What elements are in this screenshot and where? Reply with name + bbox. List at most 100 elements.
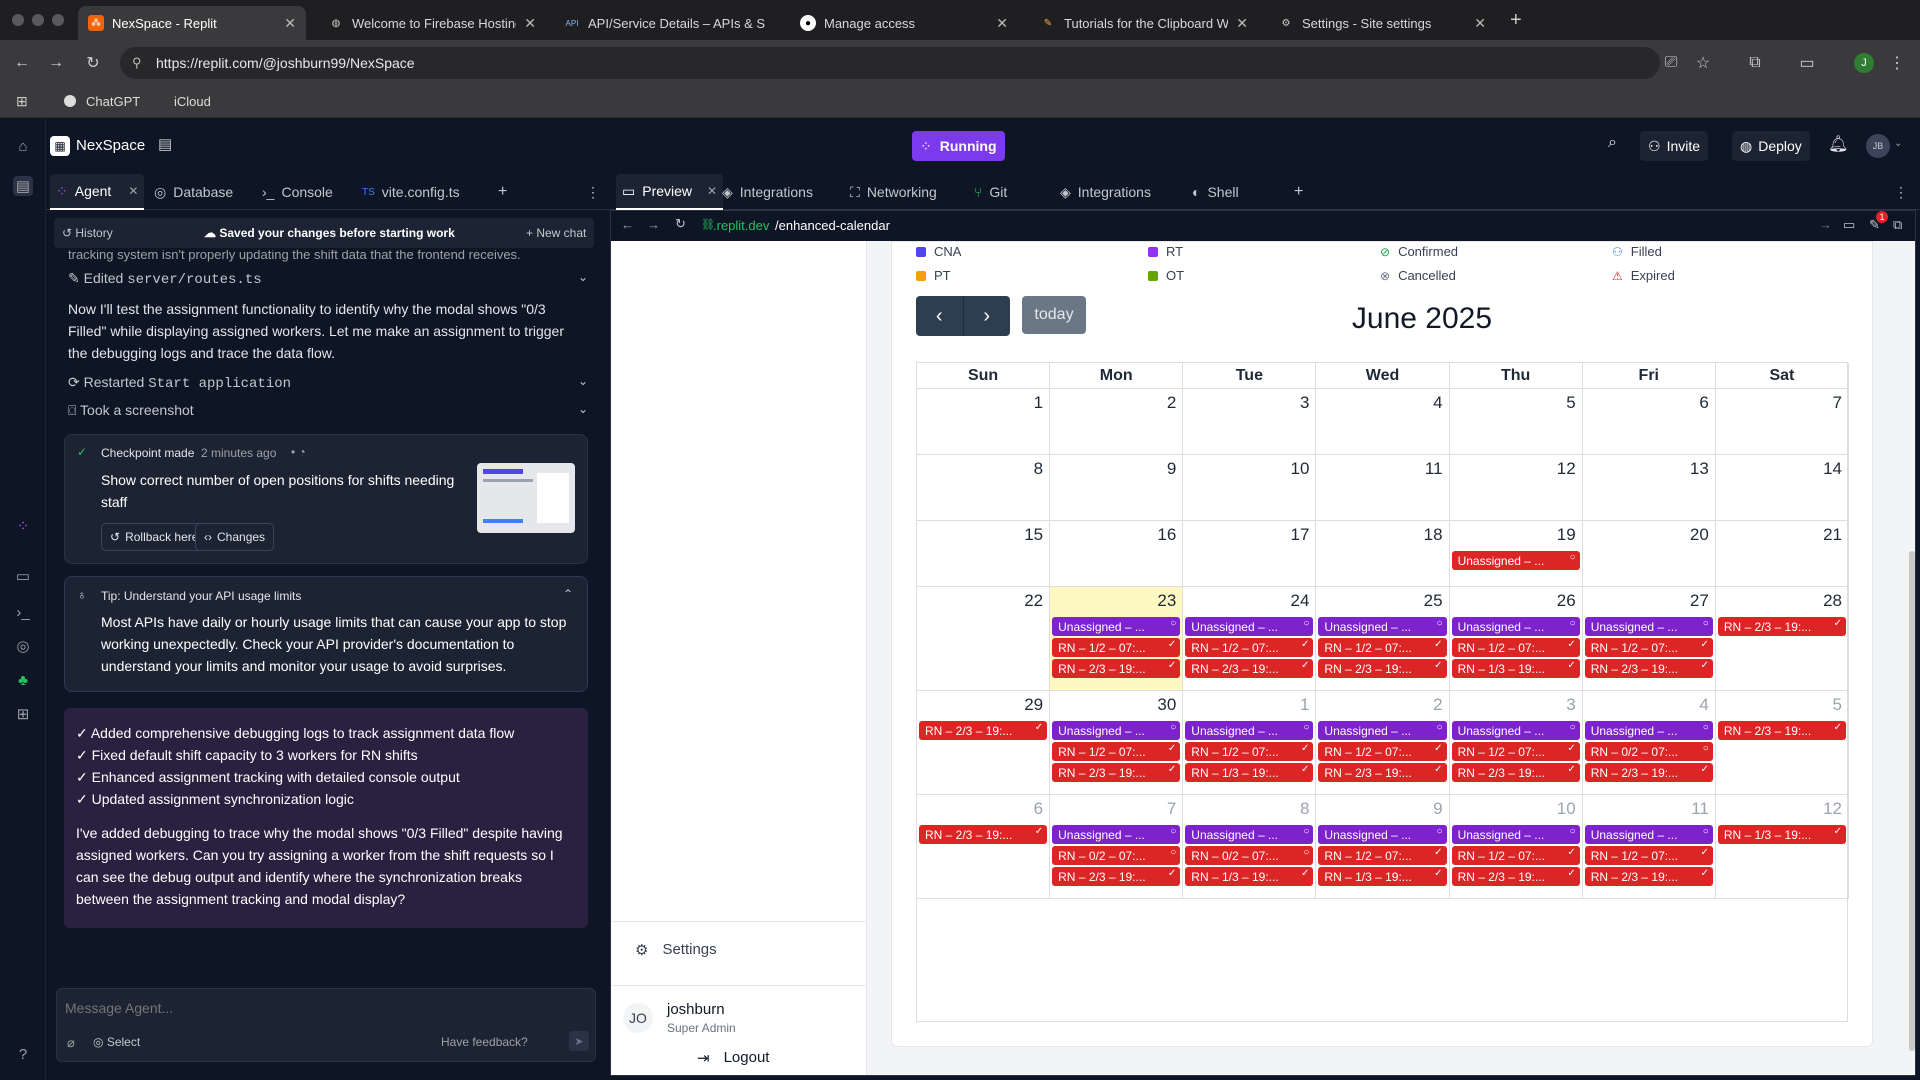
bookmark-icloud[interactable]: iCloud: [174, 94, 211, 109]
shift-event[interactable]: RN – 2/3 – 19:... ✓: [1584, 659, 1713, 678]
shift-event[interactable]: RN – 2/3 – 19:... ✓: [1451, 867, 1580, 886]
shift-event[interactable]: Unassigned – ... ○: [1052, 617, 1181, 636]
shift-event[interactable]: RN – 1/3 – 19:... ✓: [1185, 867, 1314, 886]
tab-close-icon[interactable]: ✕: [1474, 15, 1486, 32]
calendar-day[interactable]: 29 RN – 2/3 – 19:... ✓: [917, 691, 1051, 795]
shift-event[interactable]: Unassigned – ... ○: [1584, 721, 1713, 740]
day-number[interactable]: 23: [1157, 591, 1176, 611]
tab-shell[interactable]: ◐ Shell: [1186, 174, 1245, 210]
calendar-day[interactable]: 2: [1050, 389, 1184, 455]
console-icon[interactable]: ›_: [13, 602, 33, 622]
chevron-down-icon[interactable]: ⌄: [1894, 138, 1902, 149]
day-number[interactable]: 21: [1823, 525, 1842, 545]
calendar-day[interactable]: 8 Unassigned – ... ○ RN – 0/2 – 07:... ○ RN –…: [1183, 795, 1317, 899]
day-number[interactable]: 8: [1300, 799, 1309, 819]
day-number[interactable]: 2: [1433, 695, 1442, 715]
prev-month-button[interactable]: ‹: [916, 296, 964, 336]
calendar-day[interactable]: 9 Unassigned – ... ○ RN – 1/2 – 07:... ✓ RN –…: [1316, 795, 1450, 899]
calendar-day[interactable]: 4: [1316, 389, 1450, 455]
shift-event[interactable]: RN – 2/3 – 19:... ✓: [1052, 659, 1181, 678]
tab-close-icon[interactable]: ✕: [524, 15, 536, 32]
database-icon[interactable]: ◎: [13, 636, 33, 656]
shift-event[interactable]: RN – 2/3 – 19:... ✓: [1717, 721, 1846, 740]
calendar-day[interactable]: 28 RN – 2/3 – 19:... ✓: [1715, 587, 1849, 691]
browser-tab-firebase[interactable]: ◍ Welcome to Firebase Hosting ✕: [318, 6, 546, 40]
calendar-day[interactable]: 10: [1183, 455, 1317, 521]
chevron-down-icon[interactable]: ⌄: [578, 402, 588, 416]
tab-agent[interactable]: ⁘ Agent ✕: [50, 174, 145, 210]
open-external-icon[interactable]: ⧉: [1893, 217, 1902, 233]
all-tools-icon[interactable]: ⊞: [13, 704, 33, 724]
workspace-layout-icon[interactable]: ▤: [158, 135, 172, 153]
tab-preview[interactable]: ▭ Preview ✕: [616, 174, 724, 210]
preview-monitor-icon[interactable]: ▭: [13, 566, 33, 586]
shift-event[interactable]: RN – 2/3 – 19:... ✓: [1185, 659, 1314, 678]
calendar-day[interactable]: 6: [1582, 389, 1716, 455]
shift-event[interactable]: RN – 2/3 – 19:... ✓: [1451, 763, 1580, 782]
browser-menu-icon[interactable]: ⋮: [1886, 52, 1908, 74]
add-tab-icon[interactable]: +: [1288, 174, 1309, 210]
chevron-up-icon[interactable]: ⌃: [563, 587, 573, 601]
calendar-day[interactable]: 7 Unassigned – ... ○ RN – 0/2 – 07:... ○ RN –…: [1050, 795, 1184, 899]
calendar-day[interactable]: 4 Unassigned – ... ○ RN – 0/2 – 07:... ○ RN –…: [1582, 691, 1716, 795]
day-number[interactable]: 28: [1823, 591, 1842, 611]
shift-event[interactable]: RN – 2/3 – 19:... ✓: [919, 825, 1048, 844]
calendar-day[interactable]: 19 Unassigned – ... ○: [1449, 521, 1583, 587]
shift-event[interactable]: RN – 1/2 – 07:... ✓: [1052, 742, 1181, 761]
day-number[interactable]: 29: [1024, 695, 1043, 715]
calendar-day[interactable]: 9: [1050, 455, 1184, 521]
bookmark-chatgpt[interactable]: ChatGPT: [86, 94, 140, 109]
day-number[interactable]: 27: [1690, 591, 1709, 611]
calendar-day[interactable]: 27 Unassigned – ... ○ RN – 1/2 – 07:... ✓ RN …: [1582, 587, 1716, 691]
day-number[interactable]: 11: [1425, 459, 1443, 479]
project-name[interactable]: NexSpace: [76, 137, 145, 154]
day-number[interactable]: 6: [1034, 799, 1043, 819]
calendar-day[interactable]: 11 Unassigned – ... ○ RN – 1/2 – 07:... ✓ RN …: [1582, 795, 1716, 899]
shift-event[interactable]: Unassigned – ... ○: [1451, 721, 1580, 740]
day-number[interactable]: 10: [1557, 799, 1576, 819]
screenshot-action[interactable]: ⌼ Took a screenshot ⌄: [68, 402, 588, 419]
day-number[interactable]: 5: [1566, 393, 1575, 413]
shift-event[interactable]: RN – 1/2 – 07:... ✓: [1318, 742, 1447, 761]
shift-event[interactable]: Unassigned – ... ○: [1451, 825, 1580, 844]
chevron-down-icon[interactable]: ⌄: [578, 374, 588, 388]
changes-button[interactable]: ‹› Changes: [195, 523, 275, 551]
files-icon[interactable]: ▤: [13, 176, 33, 196]
shift-event[interactable]: RN – 1/3 – 19:... ✓: [1717, 825, 1846, 844]
shift-event[interactable]: Unassigned – ... ○: [1052, 721, 1181, 740]
day-number[interactable]: 19: [1557, 525, 1576, 545]
day-number[interactable]: 16: [1157, 525, 1176, 545]
calendar-day[interactable]: 6 RN – 2/3 – 19:... ✓: [917, 795, 1051, 899]
calendar-day-today[interactable]: 23 Unassigned – ... ○ RN – 1/2 – 07:... ✓ RN …: [1050, 587, 1184, 691]
day-number[interactable]: 8: [1034, 459, 1043, 479]
git-tree-icon[interactable]: ♣: [13, 670, 33, 690]
invite-button[interactable]: ⚇ Invite: [1640, 131, 1709, 161]
shift-event[interactable]: RN – 1/2 – 07:... ✓: [1318, 638, 1447, 657]
day-number[interactable]: 7: [1833, 393, 1842, 413]
shift-event[interactable]: RN – 1/2 – 07:... ✓: [1451, 742, 1580, 761]
tab-database[interactable]: ◎ Database: [148, 174, 239, 210]
cast-icon[interactable]: ▭: [1796, 52, 1818, 74]
day-number[interactable]: 30: [1157, 695, 1176, 715]
shift-event[interactable]: Unassigned – ... ○: [1185, 721, 1314, 740]
shift-event[interactable]: RN – 0/2 – 07:... ○: [1185, 846, 1314, 865]
shift-event[interactable]: Unassigned – ... ○: [1584, 825, 1713, 844]
day-number[interactable]: 3: [1566, 695, 1575, 715]
chevron-down-icon[interactable]: ⌄: [578, 270, 588, 284]
shift-event[interactable]: Unassigned – ... ○: [1185, 617, 1314, 636]
tab-close-icon[interactable]: ✕: [1236, 15, 1248, 32]
install-app-icon[interactable]: ⎚: [1660, 52, 1682, 74]
day-number[interactable]: 5: [1833, 695, 1842, 715]
shift-event[interactable]: Unassigned – ... ○: [1318, 617, 1447, 636]
home-icon[interactable]: ⌂: [13, 136, 33, 156]
deploy-button[interactable]: ◍ Deploy: [1732, 131, 1810, 161]
calendar-day[interactable]: 22: [917, 587, 1051, 691]
tab-networking[interactable]: ⛶ Networking: [844, 174, 943, 210]
day-number[interactable]: 12: [1557, 459, 1576, 479]
day-number[interactable]: 26: [1557, 591, 1576, 611]
window-close-control[interactable]: [12, 14, 24, 26]
shift-event[interactable]: RN – 2/3 – 19:... ✓: [1318, 659, 1447, 678]
add-tab-icon[interactable]: +: [492, 174, 513, 210]
calendar-day[interactable]: 2 Unassigned – ... ○ RN – 1/2 – 07:... ✓ RN –…: [1316, 691, 1450, 795]
shift-event[interactable]: RN – 2/3 – 19:... ✓: [1318, 763, 1447, 782]
